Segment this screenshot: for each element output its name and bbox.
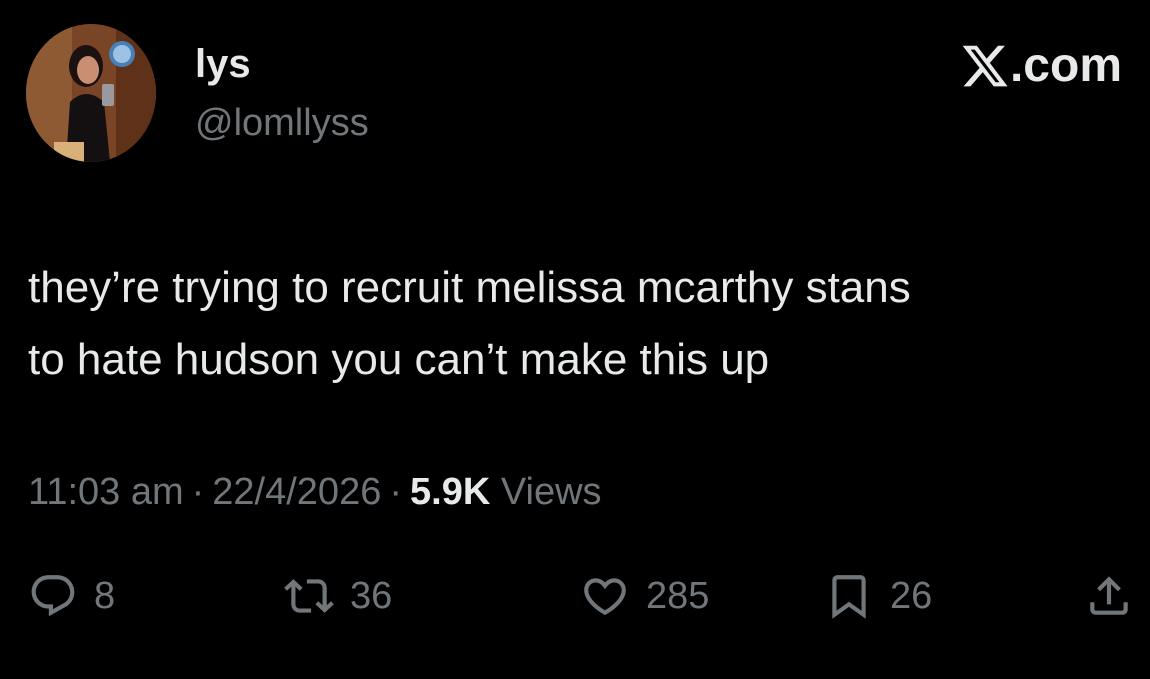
repost-button[interactable]: 36	[284, 564, 392, 628]
tweet-text: they’re trying to recruit melissa mcarth…	[28, 252, 1138, 396]
reply-icon	[28, 571, 78, 621]
tweet-time[interactable]: 11:03 am	[28, 471, 184, 513]
brand-text: .com	[1009, 39, 1122, 92]
heart-icon	[580, 571, 630, 621]
bookmark-icon	[824, 571, 874, 621]
separator-dot: ·	[191, 471, 205, 513]
separator-dot: ·	[389, 471, 402, 513]
tweet-date[interactable]: 22/4/2026	[212, 471, 381, 513]
tweet-line-1: they’re trying to recruit melissa mcarth…	[28, 263, 911, 312]
repost-icon	[284, 571, 334, 621]
action-bar: 8 36 285 26	[0, 564, 1150, 628]
profile-photo	[26, 24, 156, 162]
reply-count: 8	[94, 574, 116, 617]
repost-count: 36	[350, 574, 393, 617]
bookmark-count: 26	[890, 574, 933, 617]
tweet-line-2: to hate hudson you can’t make this up	[28, 335, 770, 384]
author-handle[interactable]: @lomllyss	[195, 100, 369, 146]
avatar[interactable]	[26, 24, 156, 162]
like-button[interactable]: 285	[580, 564, 709, 628]
x-logo-icon	[960, 41, 1010, 91]
share-icon	[1084, 571, 1134, 621]
author-display-name[interactable]: lys	[195, 40, 251, 88]
share-button[interactable]	[1084, 564, 1134, 628]
reply-button[interactable]: 8	[28, 564, 115, 628]
views-count: 5.9K	[410, 471, 491, 513]
tweet-meta: 11:03 am · 22/4/2026 · 5.9K Views	[28, 468, 602, 516]
like-count: 285	[646, 574, 710, 617]
x-com-watermark: .com	[960, 38, 1122, 94]
views-label: Views	[500, 471, 602, 513]
bookmark-button[interactable]: 26	[824, 564, 932, 628]
